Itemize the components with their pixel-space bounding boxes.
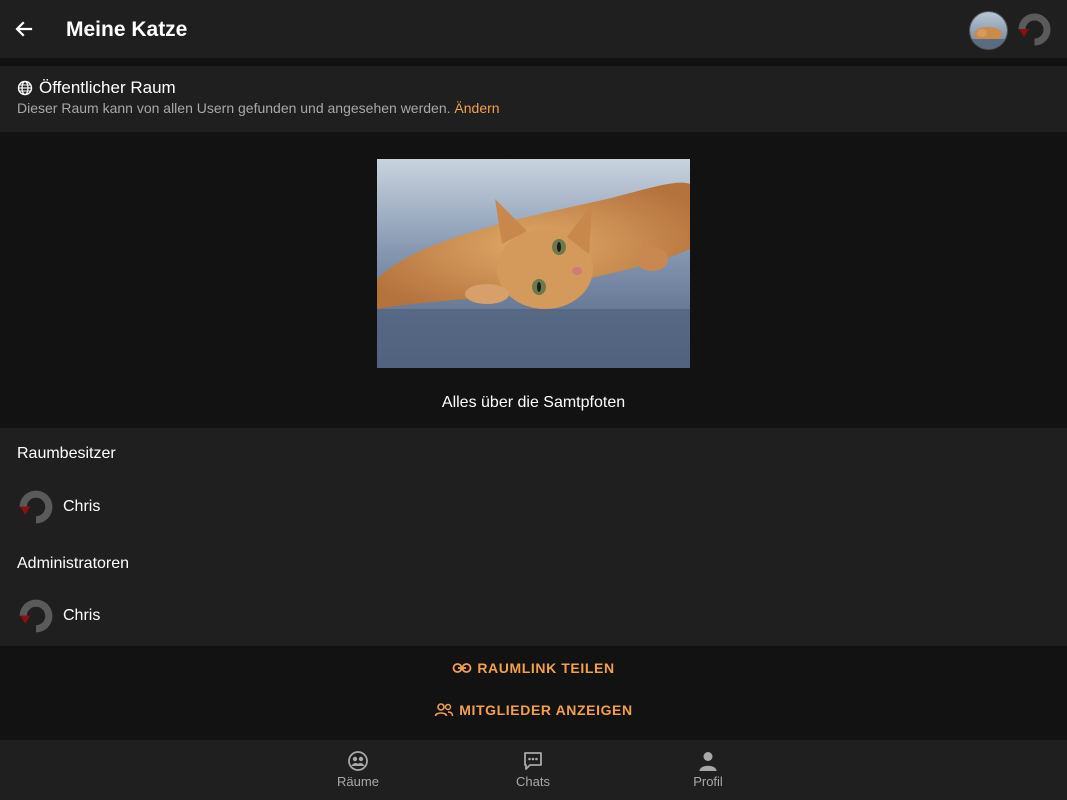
profile-icon bbox=[699, 752, 717, 771]
bottom-navigation: Räume Chats Profil bbox=[0, 740, 1067, 800]
app-root: Meine Katze Öffentlicher Raum Dieser Rau… bbox=[0, 0, 1067, 800]
show-members-label: MITGLIEDER ANZEIGEN bbox=[459, 702, 633, 718]
user-avatar[interactable] bbox=[1016, 11, 1053, 48]
admin-list-item[interactable]: Chris bbox=[17, 597, 100, 635]
nav-label-chats: Chats bbox=[516, 774, 550, 789]
link-icon bbox=[452, 663, 472, 673]
page-title: Meine Katze bbox=[66, 18, 188, 41]
room-header-area: Alles über die Samtpfoten bbox=[0, 132, 1067, 428]
arrow-left-icon bbox=[15, 21, 33, 37]
cat-photo-image bbox=[377, 159, 690, 368]
nav-label-profile: Profil bbox=[693, 774, 723, 789]
owner-name: Chris bbox=[63, 498, 101, 515]
show-members-button[interactable]: MITGLIEDER ANZEIGEN bbox=[0, 702, 1067, 718]
admin-name: Chris bbox=[63, 607, 101, 624]
chats-icon bbox=[524, 752, 542, 770]
room-avatar[interactable] bbox=[969, 11, 1008, 50]
room-topic: Alles über die Samtpfoten bbox=[441, 394, 626, 411]
room-members-section: Raumbesitzer Chris Administratoren Chris bbox=[0, 428, 1067, 646]
cat-thumbnail-image bbox=[970, 12, 1007, 49]
room-actions: RAUMLINK TEILEN MITGLIEDER ANZEIGEN bbox=[0, 646, 1067, 740]
back-button[interactable] bbox=[12, 17, 36, 41]
nav-item-profile[interactable]: Profil bbox=[658, 750, 758, 789]
share-room-link-label: RAUMLINK TEILEN bbox=[477, 660, 615, 676]
top-app-bar: Meine Katze bbox=[0, 0, 1067, 58]
public-room-description-row: Dieser Raum kann von allen Usern gefunde… bbox=[17, 100, 500, 116]
nav-item-rooms[interactable]: Räume bbox=[308, 750, 408, 789]
public-room-title: Öffentlicher Raum bbox=[39, 78, 176, 97]
room-image[interactable] bbox=[377, 159, 690, 368]
share-room-link-button[interactable]: RAUMLINK TEILEN bbox=[0, 660, 1067, 676]
people-icon bbox=[434, 703, 454, 717]
admins-section-label: Administratoren bbox=[17, 555, 130, 572]
globe-icon bbox=[17, 80, 33, 96]
user-avatar-icon bbox=[1018, 13, 1051, 46]
public-room-title-row: Öffentlicher Raum bbox=[17, 78, 176, 98]
public-room-description: Dieser Raum kann von allen Usern gefunde… bbox=[17, 100, 451, 116]
nav-item-chats[interactable]: Chats bbox=[483, 750, 583, 789]
nav-label-rooms: Räume bbox=[337, 774, 379, 789]
user-avatar-icon bbox=[19, 490, 53, 524]
owner-list-item[interactable]: Chris bbox=[17, 488, 100, 526]
public-room-banner: Öffentlicher Raum Dieser Raum kann von a… bbox=[0, 66, 1067, 132]
change-visibility-link[interactable]: Ändern bbox=[454, 100, 499, 116]
rooms-icon bbox=[348, 751, 368, 771]
owners-section-label: Raumbesitzer bbox=[17, 445, 116, 462]
user-avatar-icon bbox=[19, 599, 53, 633]
